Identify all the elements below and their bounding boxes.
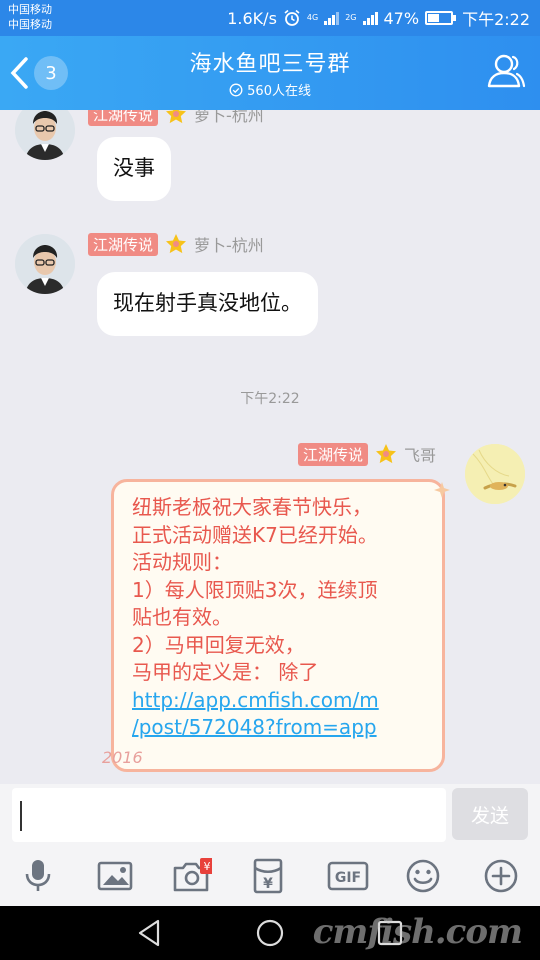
star-icon bbox=[166, 234, 187, 254]
emoji-button[interactable] bbox=[403, 856, 443, 896]
input-bar: 发送 bbox=[0, 784, 540, 846]
post-link[interactable]: http://app.cmfish.com/m bbox=[132, 688, 379, 712]
title-tag: 江湖传说 bbox=[88, 110, 159, 126]
carrier-info: 中国移动 中国移动 bbox=[8, 2, 52, 32]
image-button[interactable] bbox=[95, 856, 135, 896]
plus-icon bbox=[484, 859, 518, 893]
red-packet-icon: ¥ bbox=[253, 858, 283, 894]
message-line: 活动规则： bbox=[132, 550, 232, 574]
triangle-back-icon bbox=[138, 919, 160, 947]
gif-button[interactable]: GIF bbox=[326, 856, 370, 896]
voice-button[interactable] bbox=[18, 856, 58, 896]
group-title: 海水鱼吧三号群 bbox=[189, 52, 351, 77]
status-right: 1.6K/s 4G 2G 47% 下午2:22 bbox=[227, 6, 530, 30]
title-tag: 江湖传说 bbox=[88, 232, 159, 256]
bubble-decoration: 2016 bbox=[102, 748, 143, 767]
carrier-1: 中国移动 bbox=[8, 3, 52, 16]
avatar-image bbox=[15, 110, 75, 160]
avatar[interactable] bbox=[15, 110, 75, 160]
svg-text:GIF: GIF bbox=[335, 870, 361, 886]
gif-icon: GIF bbox=[327, 861, 369, 891]
title-tag: 江湖传说 bbox=[298, 442, 369, 466]
sender-info: 江湖传说 萝卜-杭州 bbox=[88, 232, 264, 256]
sender-name: 萝卜-杭州 bbox=[194, 110, 264, 125]
message-line: 正式活动赠送K7已经开始。 bbox=[132, 522, 378, 547]
image-icon bbox=[97, 861, 133, 891]
message-input[interactable] bbox=[12, 788, 446, 842]
sender-name: 萝卜-杭州 bbox=[194, 236, 264, 255]
timestamp: 下午2:22 bbox=[240, 391, 300, 407]
system-nav-bar: cmfish.com bbox=[0, 906, 540, 960]
avatar-image bbox=[15, 234, 75, 294]
input-toolbar: ¥ ¥ GIF bbox=[0, 846, 540, 906]
circle-home-icon bbox=[256, 919, 284, 947]
carrier-2: 中国移动 bbox=[8, 18, 52, 31]
battery-tip bbox=[453, 15, 457, 21]
online-count: 560人在线 bbox=[0, 80, 540, 99]
online-text: 560人在线 bbox=[247, 84, 311, 99]
my-message-bubble[interactable]: 纽斯老板祝大家春节快乐， 正式活动赠送K7已经开始。 活动规则： 1）每人限顶贴… bbox=[111, 479, 445, 772]
sender-name: 飞哥 bbox=[404, 446, 437, 465]
alarm-icon bbox=[284, 9, 300, 26]
check-circle-icon bbox=[229, 83, 243, 96]
title-bar: 3 海水鱼吧三号群 560人在线 bbox=[0, 36, 540, 110]
post-link-continued[interactable]: /post/572048?from=app bbox=[132, 715, 377, 739]
nav-home-button[interactable] bbox=[254, 917, 286, 949]
network-speed: 1.6K/s bbox=[227, 8, 277, 28]
camera-icon: ¥ bbox=[173, 858, 212, 892]
sender-info: 江湖传说 飞哥 bbox=[298, 442, 436, 466]
message-bubble[interactable]: 现在射手真没地位。 bbox=[97, 272, 318, 336]
red-packet-button[interactable]: ¥ bbox=[248, 856, 288, 896]
camera-button[interactable]: ¥ bbox=[172, 856, 212, 896]
sparkle-icon bbox=[434, 482, 450, 498]
sender-info: 江湖传说 萝卜-杭州 bbox=[88, 110, 264, 126]
emoji-icon bbox=[406, 859, 440, 893]
star-icon bbox=[376, 444, 397, 464]
message-line: 2）马甲回复无效， bbox=[132, 632, 305, 657]
watermark: cmfish.com bbox=[312, 912, 523, 952]
avatar[interactable] bbox=[465, 444, 525, 504]
battery-icon bbox=[425, 11, 454, 25]
message-bubble[interactable]: 没事 bbox=[97, 137, 171, 201]
more-button[interactable] bbox=[481, 856, 521, 896]
star-icon bbox=[166, 110, 187, 124]
signal-icon bbox=[324, 11, 340, 25]
status-bar: 中国移动 中国移动 1.6K/s 4G 2G 47% 下午2:22 bbox=[0, 0, 540, 36]
chat-area[interactable]: 江湖传说 萝卜-杭州 没事 江湖传说 萝卜-杭州 现在射手真没地位。 下午2:2… bbox=[0, 110, 540, 784]
nav-back-button[interactable] bbox=[134, 917, 166, 949]
signal-icon-2 bbox=[362, 11, 378, 25]
svg-text:¥: ¥ bbox=[204, 860, 211, 873]
group-members-button[interactable] bbox=[484, 50, 528, 94]
svg-text:¥: ¥ bbox=[263, 876, 273, 892]
message-line: 马甲的定义是： 除了 bbox=[132, 660, 319, 684]
avatar[interactable] bbox=[15, 234, 75, 294]
text-cursor bbox=[20, 801, 22, 831]
message-line: 贴也有效。 bbox=[132, 605, 232, 629]
clock: 下午2:22 bbox=[462, 10, 530, 29]
person-icon bbox=[487, 54, 526, 88]
message-line: 1）每人限顶贴3次，连续顶 bbox=[132, 577, 378, 602]
battery-percent: 47% bbox=[383, 8, 420, 28]
microphone-icon bbox=[25, 860, 51, 891]
message-line: 纽斯老板祝大家春节快乐， bbox=[132, 495, 372, 519]
network-type-1: 4G bbox=[306, 13, 319, 22]
avatar-image bbox=[465, 444, 525, 504]
send-button[interactable]: 发送 bbox=[452, 788, 528, 840]
network-type-2: 2G bbox=[345, 13, 357, 22]
